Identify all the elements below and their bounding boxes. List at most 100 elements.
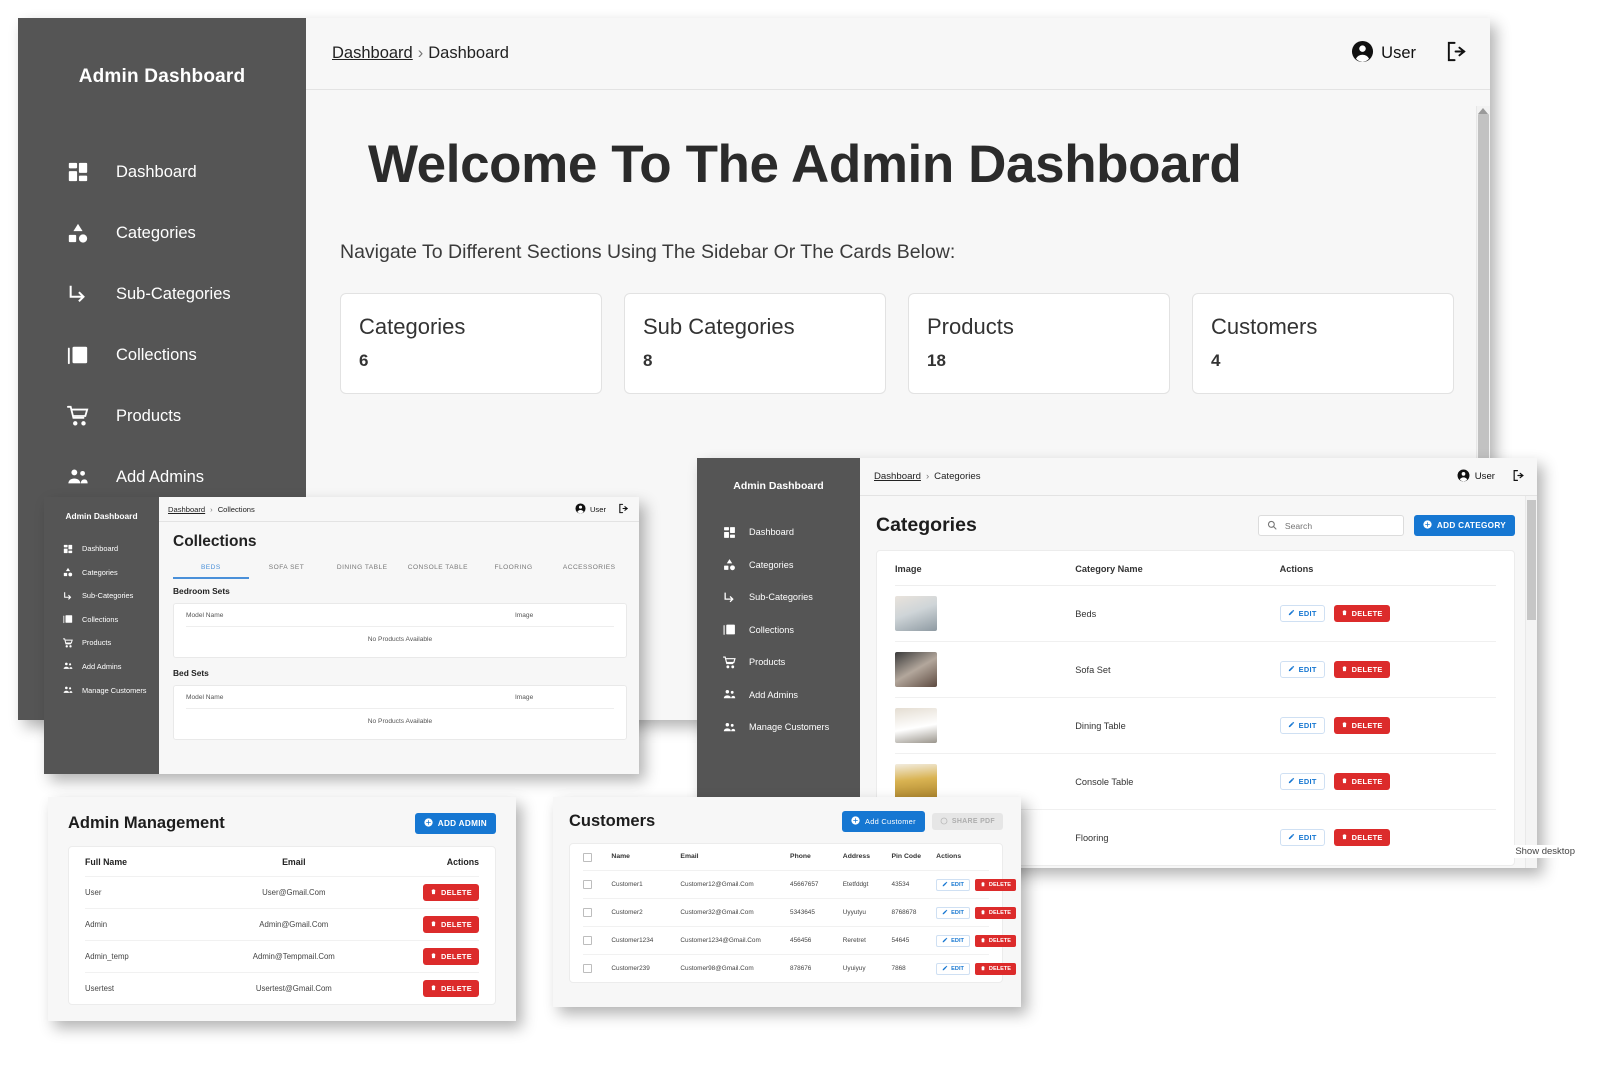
logout-icon[interactable] — [1445, 40, 1468, 68]
column-model-name: Model Name — [186, 694, 224, 701]
admin-email: Usertest@Gmail.Com — [255, 984, 332, 993]
delete-button[interactable]: DELETE — [1333, 717, 1390, 734]
share-pdf-button: SHARE PDF — [931, 813, 1003, 830]
user-menu[interactable]: User — [1351, 40, 1468, 68]
select-all-cell[interactable] — [583, 853, 611, 862]
tab-beds[interactable]: BEDS — [173, 564, 249, 579]
tab-console-table[interactable]: CONSOLE TABLE — [400, 564, 476, 579]
breadcrumb-separator: › — [925, 471, 930, 482]
customers-toolbar: Customers Add Customer SHARE PDF — [569, 811, 1003, 832]
sidebar-item-dashboard[interactable]: Dashboard — [18, 150, 306, 194]
edit-label: EDIT — [951, 881, 964, 888]
dashboard-grid-icon — [722, 525, 736, 539]
sidebar-item-sub-categories[interactable]: Sub-Categories — [44, 588, 159, 603]
row-select-cell[interactable] — [583, 880, 611, 889]
sidebar-item-dashboard[interactable]: Dashboard — [697, 522, 860, 542]
row-select-cell[interactable] — [583, 908, 611, 917]
delete-button[interactable]: DELETE — [423, 916, 479, 933]
row-select-cell[interactable] — [583, 964, 611, 973]
people-icon — [62, 661, 73, 672]
plus-circle-icon — [424, 818, 433, 829]
sidebar-item-manage-customers[interactable]: Manage Customers — [44, 683, 159, 698]
sidebar-item-label: Add Admins — [749, 689, 799, 700]
row-checkbox[interactable] — [583, 880, 592, 889]
delete-button[interactable]: DELETE — [423, 948, 479, 965]
delete-button[interactable]: DELETE — [1333, 773, 1390, 790]
delete-button[interactable]: DELETE — [1333, 605, 1390, 622]
edit-button[interactable]: EDIT — [936, 906, 970, 919]
edit-button[interactable]: EDIT — [1279, 829, 1325, 846]
sidebar-item-products[interactable]: Products — [18, 394, 306, 438]
account-circle-icon — [1457, 469, 1470, 485]
breadcrumb-root-link[interactable]: Dashboard — [332, 44, 413, 62]
admin-name: Admin — [85, 920, 108, 929]
customer-phone: 878676 — [790, 965, 812, 972]
sidebar-item-label: Collections — [116, 345, 197, 364]
sidebar-item-manage-customers[interactable]: Manage Customers — [697, 717, 860, 737]
search-input[interactable] — [1282, 519, 1395, 532]
add-customer-button[interactable]: Add Customer — [842, 811, 925, 832]
sidebar-item-categories[interactable]: Categories — [18, 211, 306, 255]
edit-button[interactable]: EDIT — [1279, 661, 1325, 678]
tab-accessories[interactable]: ACCESSORIES — [551, 564, 627, 579]
row-checkbox[interactable] — [583, 936, 592, 945]
sidebar-item-categories[interactable]: Categories — [697, 555, 860, 575]
sidebar-item-collections[interactable]: Collections — [697, 620, 860, 640]
user-menu[interactable]: User — [575, 502, 629, 516]
tab-dining-table[interactable]: DINING TABLE — [324, 564, 400, 579]
delete-button[interactable]: DELETE — [974, 878, 1016, 891]
edit-label: EDIT — [1298, 609, 1317, 618]
edit-button[interactable]: EDIT — [1279, 773, 1325, 790]
table-row: Customer2 Customer32@Gmail.Com 5343645 U… — [583, 898, 1016, 926]
search-box[interactable] — [1257, 515, 1404, 536]
sidebar-item-sub-categories[interactable]: Sub-Categories — [18, 272, 306, 316]
edit-button[interactable]: EDIT — [936, 934, 970, 947]
user-menu[interactable]: User — [1457, 469, 1525, 485]
edit-button[interactable]: EDIT — [1279, 717, 1325, 734]
tab-flooring[interactable]: FLOORING — [476, 564, 552, 579]
row-actions: DELETE — [373, 916, 479, 933]
row-select-cell[interactable] — [583, 936, 611, 945]
sidebar-item-products[interactable]: Products — [697, 652, 860, 672]
row-checkbox[interactable] — [583, 964, 592, 973]
delete-button[interactable]: DELETE — [1333, 829, 1390, 846]
sidebar-item-add-admins[interactable]: Add Admins — [18, 455, 306, 499]
edit-button[interactable]: EDIT — [1279, 605, 1325, 622]
account-circle-icon — [1351, 40, 1374, 68]
sidebar-item-collections[interactable]: Collections — [44, 612, 159, 627]
add-category-button[interactable]: ADD CATEGORY — [1413, 515, 1515, 536]
delete-button[interactable]: DELETE — [974, 962, 1016, 975]
row-checkbox[interactable] — [583, 908, 592, 917]
breadcrumb-root-link[interactable]: Dashboard — [168, 505, 205, 514]
scrollbar-thumb[interactable] — [1527, 500, 1536, 620]
sidebar-item-add-admins[interactable]: Add Admins — [44, 659, 159, 674]
admin-email: Admin@Gmail.Com — [259, 920, 329, 929]
edit-button[interactable]: EDIT — [936, 878, 970, 891]
delete-button[interactable]: DELETE — [423, 980, 479, 997]
sidebar-item-dashboard[interactable]: Dashboard — [44, 541, 159, 556]
breadcrumb-root-link[interactable]: Dashboard — [874, 471, 921, 482]
page-title: Collections — [173, 533, 257, 550]
edit-button[interactable]: EDIT — [936, 962, 970, 975]
stat-card-sub-categories[interactable]: Sub Categories 8 — [624, 293, 886, 394]
sidebar-item-add-admins[interactable]: Add Admins — [697, 685, 860, 705]
stat-card-categories[interactable]: Categories 6 — [340, 293, 602, 394]
sidebar-item-products[interactable]: Products — [44, 635, 159, 650]
delete-button[interactable]: DELETE — [423, 884, 479, 901]
stat-card-customers[interactable]: Customers 4 — [1192, 293, 1454, 394]
customer-address: Uyuiyuy — [842, 965, 866, 972]
delete-button[interactable]: DELETE — [974, 934, 1016, 947]
sidebar-item-collections[interactable]: Collections — [18, 333, 306, 377]
add-admin-button[interactable]: ADD ADMIN — [414, 813, 496, 834]
sidebar-item-sub-categories[interactable]: Sub-Categories — [697, 587, 860, 607]
sidebar-item-categories[interactable]: Categories — [44, 565, 159, 580]
delete-button[interactable]: DELETE — [974, 906, 1016, 919]
table-header: Image Category Name Actions — [895, 551, 1496, 586]
stat-card-products[interactable]: Products 18 — [908, 293, 1170, 394]
row-actions: EDIT DELETE — [1279, 661, 1496, 678]
logout-icon[interactable] — [618, 503, 629, 516]
delete-button[interactable]: DELETE — [1333, 661, 1390, 678]
logout-icon[interactable] — [1512, 469, 1525, 485]
tab-sofa-set[interactable]: SOFA SET — [249, 564, 325, 579]
select-all-checkbox[interactable] — [583, 853, 592, 862]
